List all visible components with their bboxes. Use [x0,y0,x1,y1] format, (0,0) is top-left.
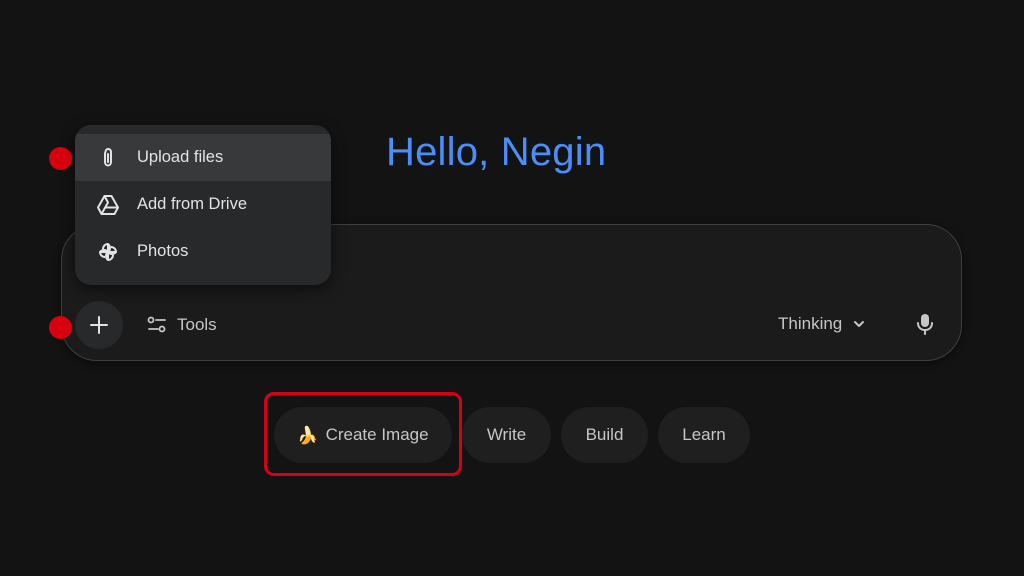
mic-icon [917,314,933,335]
photos-icon [96,240,120,264]
tools-button[interactable]: Tools [136,306,227,344]
menu-item-label: Add from Drive [137,195,248,213]
menu-item-label: Upload files [137,148,224,166]
suggestion-build[interactable]: Build [561,407,648,463]
tools-label: Tools [177,315,217,334]
tools-icon [147,316,166,333]
suggestion-create-image[interactable]: 🍌 Create Image [274,407,452,463]
menu-item-label: Photos [137,242,189,260]
suggestion-label: Create Image [325,425,429,444]
plus-icon [90,316,108,334]
model-selector[interactable]: Thinking [768,304,876,344]
chevron-down-icon [854,321,865,327]
microphone-button[interactable] [905,304,945,344]
upload-menu: Upload files Add from Drive Photos [75,125,331,285]
add-attachment-button[interactable] [75,301,123,349]
paperclip-icon [96,146,120,170]
menu-item-upload-files[interactable]: Upload files [75,134,331,181]
model-label: Thinking [778,314,843,333]
suggestion-write[interactable]: Write [462,407,551,463]
app-screen: Hello, Negin Tools Thinking Upload files… [0,0,1024,576]
annotation-marker-dot [49,316,72,339]
menu-item-add-from-drive[interactable]: Add from Drive [75,181,331,228]
suggestion-label: Write [486,425,527,444]
annotation-marker-dot [49,147,72,170]
greeting-title: Hello, Negin [386,130,607,174]
suggestion-label: Learn [682,425,726,444]
suggestion-learn[interactable]: Learn [658,407,750,463]
drive-icon [96,193,120,217]
menu-item-photos[interactable]: Photos [75,228,331,275]
banana-icon: 🍌 [297,425,319,445]
suggestion-label: Build [585,425,624,444]
